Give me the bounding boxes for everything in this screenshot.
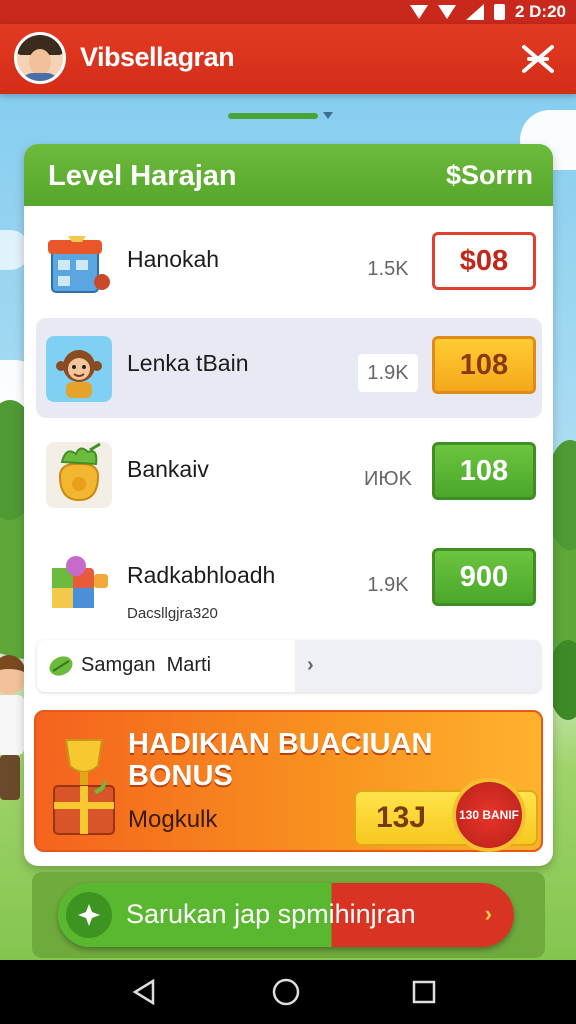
back-triangle-icon: [132, 978, 155, 1006]
price-button[interactable]: 900: [432, 548, 536, 606]
page-indicator: [228, 113, 318, 119]
search-text: Samgan Marti: [81, 654, 212, 676]
home-circle-icon: [272, 978, 300, 1006]
wifi-icon: [409, 5, 428, 19]
recents-button[interactable]: [408, 976, 440, 1008]
gift-trophy-icon: [53, 739, 115, 835]
toy-box-icon: [52, 556, 108, 608]
bonus-banner[interactable]: HADIKIAN BUACIUAN BONUS Mogkulk 13J 130 …: [34, 710, 543, 852]
row-stat: 1.5K: [367, 257, 409, 280]
bonus-title: HADIKIAN BUACIUAN BONUS: [128, 728, 433, 792]
primary-action-label: Sarukan jap spmihinjran: [126, 899, 416, 929]
status-bar: 2 D:20: [0, 0, 576, 24]
primary-action-button[interactable]: Sarukan jap spmihinjran ›: [58, 883, 514, 947]
list-item[interactable]: Bankaiv ИЮK 108: [36, 424, 542, 524]
signal-icon: [465, 4, 484, 20]
money-bag-icon: [46, 442, 112, 508]
row-name: Hanokah: [127, 246, 220, 272]
leaf-icon: [49, 656, 73, 676]
close-menu-icon: [522, 45, 554, 73]
price-button[interactable]: 108: [432, 336, 536, 394]
store-building-icon: [48, 236, 110, 293]
status-time: 2 D:20: [514, 2, 566, 21]
menu-button[interactable]: [520, 41, 556, 77]
monkey-avatar-icon: [46, 336, 112, 402]
row-name: Radkabhloadh: [127, 562, 276, 588]
row-stat: 1.9K: [367, 573, 409, 596]
row-name: Lenka tBain: [127, 350, 249, 376]
card-balance: $Sorrn: [445, 160, 533, 190]
bonus-value: 13J: [376, 801, 427, 834]
list-item[interactable]: Radkabhloadh Dacsllgjra320 1.9K 900: [36, 530, 542, 630]
row-name: Bankaiv: [127, 456, 209, 482]
app-bar: Vibsellagran: [0, 24, 576, 94]
cellular-icon: [437, 5, 456, 19]
list-item[interactable]: Hanokah 1.5K $08: [36, 214, 542, 314]
search-bar[interactable]: Samgan Marti ›: [37, 640, 541, 692]
level-card: Level Harajan $Sorrn Hanokah 1.5K $08 Le…: [24, 144, 553, 866]
avatar[interactable]: [14, 32, 66, 84]
price-button[interactable]: 108: [432, 442, 536, 500]
row-subtitle: Dacsllgjra320: [127, 605, 218, 622]
card-title: Level Harajan: [48, 160, 237, 192]
card-header: Level Harajan $Sorrn: [24, 144, 553, 206]
page-indicator-arrow: [323, 112, 333, 119]
chevron-right-icon[interactable]: ›: [307, 654, 314, 677]
arrow-right-icon: ›: [484, 901, 492, 926]
app-title: Vibsellagran: [80, 42, 235, 72]
system-nav-bar: [0, 960, 576, 1024]
battery-icon: [493, 4, 505, 20]
list-item[interactable]: Lenka tBain 1.9K 108: [36, 318, 542, 418]
row-stat: 1.9K: [358, 354, 418, 392]
search-field[interactable]: Samgan Marti: [37, 640, 295, 692]
row-stat: ИЮK: [364, 467, 412, 490]
recents-square-icon: [412, 980, 436, 1004]
back-button[interactable]: [128, 976, 160, 1008]
bonus-badge: 130 BANIF: [452, 778, 526, 852]
bonus-subtitle: Mogkulk: [128, 806, 218, 833]
home-button[interactable]: [270, 976, 302, 1008]
clover-icon: [66, 892, 112, 938]
price-button[interactable]: $08: [432, 232, 536, 290]
